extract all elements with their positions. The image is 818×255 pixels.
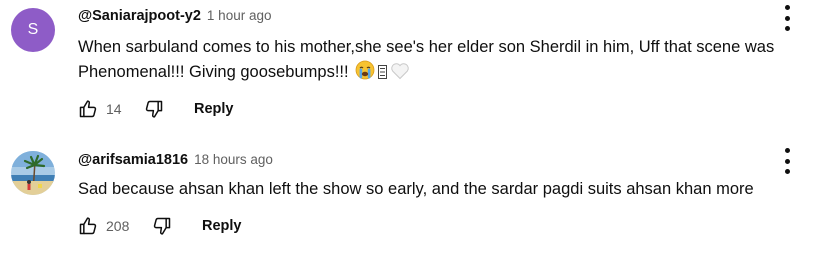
comment-header: @arifsamia1816 18 hours ago bbox=[78, 152, 273, 168]
comment-header: @Saniarajpoot-y2 1 hour ago bbox=[78, 8, 271, 24]
thumbs-down-icon[interactable] bbox=[152, 215, 172, 237]
reply-button[interactable]: Reply bbox=[194, 101, 234, 117]
reply-button[interactable]: Reply bbox=[202, 218, 242, 234]
comment-text: When sarbuland comes to his mother,she s… bbox=[78, 35, 813, 85]
comment-1: S @Saniarajpoot-y2 1 hour ago When sarbu… bbox=[0, 0, 818, 130]
avatar-photo-icon bbox=[11, 151, 55, 195]
more-vert-icon[interactable] bbox=[778, 5, 796, 31]
comment-body: Sad because ahsan khan left the show so … bbox=[78, 180, 754, 198]
thumbs-up-icon[interactable] bbox=[78, 215, 98, 237]
comment-actions: 208 Reply bbox=[78, 213, 242, 239]
like-count: 14 bbox=[106, 101, 122, 117]
author-handle[interactable]: @arifsamia1816 bbox=[78, 152, 188, 168]
comment-actions: 14 Reply bbox=[78, 96, 234, 122]
broken-glyph-icon bbox=[377, 64, 388, 80]
comment-body: When sarbuland comes to his mother,she s… bbox=[78, 38, 775, 81]
comment-text: Sad because ahsan khan left the show so … bbox=[78, 177, 813, 202]
thumbs-down-icon[interactable] bbox=[144, 98, 164, 120]
comment-timestamp[interactable]: 1 hour ago bbox=[207, 8, 272, 23]
thumbs-up-icon[interactable] bbox=[78, 98, 98, 120]
comment-timestamp[interactable]: 18 hours ago bbox=[194, 152, 273, 167]
avatar-letter: S bbox=[27, 21, 39, 38]
avatar[interactable]: S bbox=[11, 8, 55, 52]
author-handle[interactable]: @Saniarajpoot-y2 bbox=[78, 8, 201, 24]
like-count: 208 bbox=[106, 218, 130, 234]
avatar[interactable] bbox=[11, 151, 55, 195]
more-vert-icon[interactable] bbox=[778, 148, 796, 174]
comment-2: @arifsamia1816 18 hours ago Sad because … bbox=[0, 130, 818, 255]
loudly-crying-face-emoji-icon bbox=[355, 60, 375, 80]
white-heart-emoji-icon bbox=[390, 62, 410, 80]
